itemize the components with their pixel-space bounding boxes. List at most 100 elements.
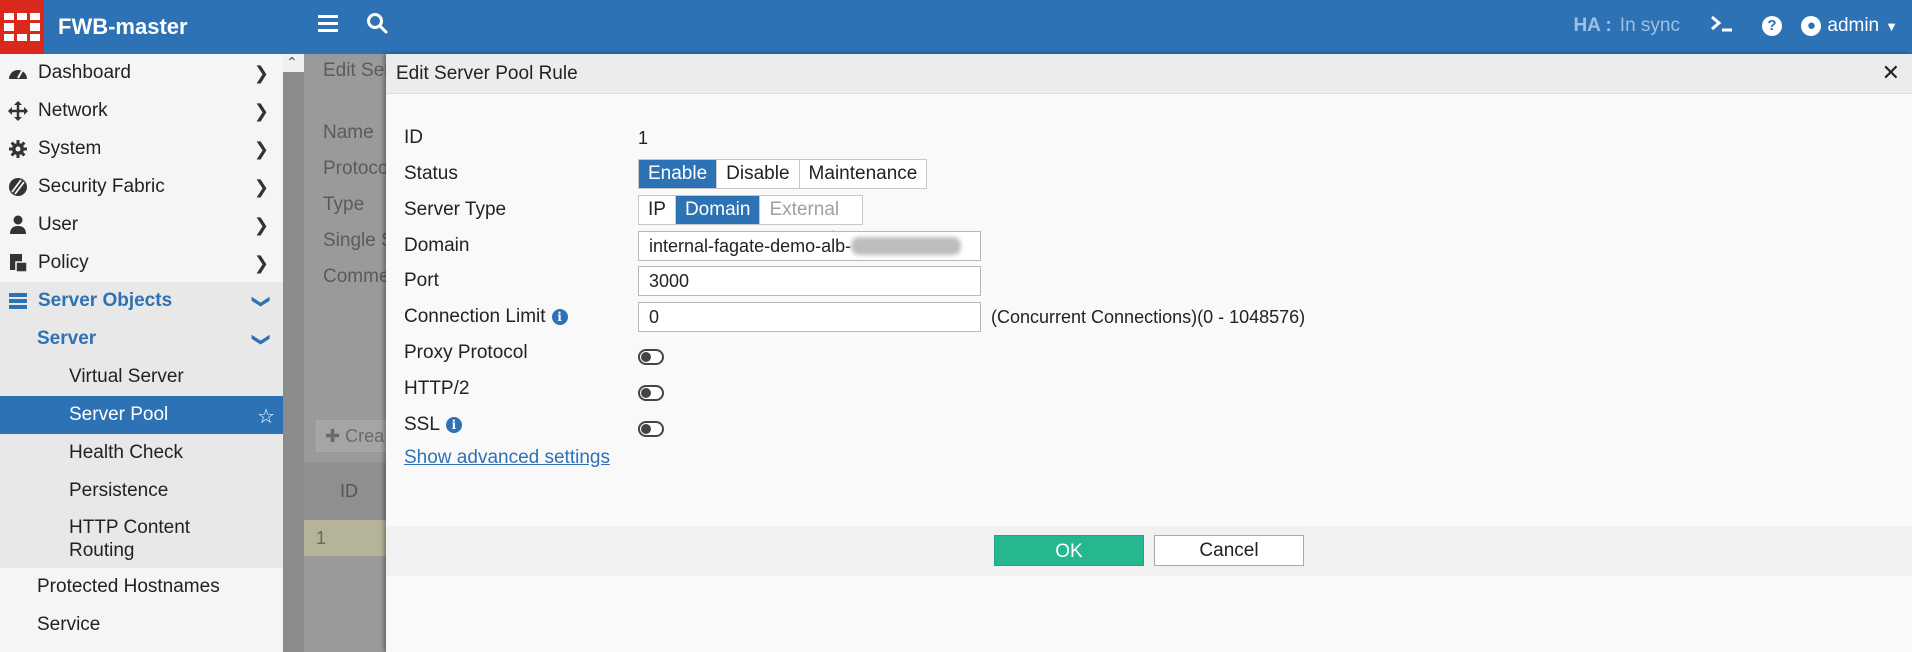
app-title: FWB-master — [58, 14, 188, 39]
cancel-button[interactable]: Cancel — [1154, 535, 1304, 566]
star-icon[interactable]: ☆ — [257, 404, 275, 429]
port-label: Port — [404, 270, 439, 291]
sidebar-item-system[interactable]: System ❯ — [0, 130, 283, 168]
background-field-single: Single S — [323, 230, 394, 251]
server-type-segmented-control: IP Domain External connector — [638, 195, 863, 248]
chevron-down-icon: ❯ — [251, 293, 272, 310]
chevron-right-icon: ❯ — [253, 63, 269, 83]
ssl-toggle[interactable] — [638, 421, 664, 437]
server-type-domain-option[interactable]: Domain — [675, 196, 761, 224]
dashboard-icon — [6, 63, 30, 83]
status-enable-option[interactable]: Enable — [639, 160, 718, 188]
chevron-right-icon: ❯ — [253, 139, 269, 159]
domain-label: Domain — [404, 235, 470, 256]
http2-row: HTTP/2 — [404, 373, 664, 405]
sidebar-item-label: Protected Hostnames — [37, 576, 220, 597]
menu-icon[interactable] — [318, 12, 338, 38]
status-segmented-control: Enable Disable Maintenance — [638, 159, 928, 189]
admin-label: admin — [1827, 15, 1880, 36]
sidebar-item-label: Virtual Server — [69, 366, 184, 387]
search-icon[interactable] — [366, 12, 388, 40]
sidebar-item-persistence[interactable]: Persistence — [0, 472, 283, 510]
ok-button[interactable]: OK — [994, 535, 1144, 566]
info-icon[interactable]: i — [551, 309, 568, 325]
sidebar-item-dashboard[interactable]: Dashboard ❯ — [0, 54, 283, 92]
sidebar-item-label: HTTP Content Routing — [69, 517, 191, 561]
sidebar-item-virtual-server[interactable]: Virtual Server — [0, 358, 283, 396]
info-icon[interactable]: i — [445, 417, 462, 433]
background-table-header: ID — [304, 462, 386, 520]
sidebar-item-security-fabric[interactable]: Security Fabric ❯ — [0, 168, 283, 206]
chevron-right-icon: ❯ — [253, 253, 269, 273]
status-disable-option[interactable]: Disable — [717, 160, 800, 188]
port-input-value: 3000 — [649, 271, 690, 291]
background-field-comments: Comme — [323, 266, 390, 287]
user-circle-icon: ● — [1801, 16, 1822, 36]
background-table-row: 1 — [304, 520, 386, 556]
sidebar-item-label: User — [38, 214, 79, 235]
sidebar-item-label: Security Fabric — [38, 176, 165, 197]
sidebar-item-http-content-routing[interactable]: HTTP Content Routing — [0, 510, 283, 568]
sidebar-item-label: Persistence — [69, 480, 169, 501]
admin-menu[interactable]: ● admin ▼ — [1801, 15, 1898, 37]
connection-limit-hint: (Concurrent Connections)(0 - 1048576) — [991, 307, 1306, 327]
scroll-up-arrow-icon[interactable]: ⌃ — [286, 54, 300, 72]
id-value: 1 — [638, 128, 649, 148]
dialog-footer: OK Cancel — [386, 526, 1912, 576]
sidebar-scrollbar[interactable] — [283, 72, 304, 652]
background-field-type: Type — [323, 194, 365, 215]
connection-limit-label: Connection Limit i — [404, 301, 614, 333]
background-table-header-id: ID — [340, 481, 358, 501]
proxy-protocol-row: Proxy Protocol — [404, 337, 664, 369]
sidebar-item-label: Policy — [38, 252, 89, 273]
background-field-name: Name — [323, 122, 374, 143]
sidebar-item-label: Server Objects — [38, 290, 173, 311]
sidebar-item-service[interactable]: Service — [0, 606, 283, 644]
redacted-text — [851, 237, 962, 255]
sidebar-item-server-objects[interactable]: Server Objects ❯ — [0, 282, 283, 320]
sidebar-item-server[interactable]: Server ❯ — [0, 320, 283, 358]
chevron-right-icon: ❯ — [253, 177, 269, 197]
chevron-right-icon: ❯ — [253, 215, 269, 235]
sidebar: Dashboard ❯ Network ❯ System ❯ Security … — [0, 54, 283, 652]
server-type-label: Server Type — [404, 199, 507, 220]
proxy-protocol-toggle[interactable] — [638, 349, 664, 365]
fortinet-logo[interactable] — [0, 0, 44, 54]
top-bar: FWB-master HA : In sync ? ● admin ▼ — [0, 0, 1912, 54]
sidebar-item-label: Server Pool — [69, 404, 169, 425]
background-create-label: Crea — [345, 426, 385, 446]
connection-limit-input[interactable]: 0 — [638, 302, 981, 332]
sidebar-item-user[interactable]: User ❯ — [0, 206, 283, 244]
sidebar-item-server-pool[interactable]: Server Pool ☆ — [0, 396, 283, 434]
background-create-button: ✚ Crea — [316, 420, 386, 452]
sidebar-item-health-check[interactable]: Health Check — [0, 434, 283, 472]
cli-console-icon[interactable] — [1710, 13, 1734, 39]
user-icon — [6, 215, 30, 235]
show-advanced-settings-link[interactable]: Show advanced settings — [404, 447, 610, 469]
ha-label: HA : — [1573, 15, 1612, 36]
status-maintenance-option[interactable]: Maintenance — [800, 160, 927, 188]
sidebar-item-label: Health Check — [69, 442, 184, 463]
background-field-protocol: Protoco — [323, 158, 389, 179]
server-type-ip-option[interactable]: IP — [639, 196, 676, 224]
ssl-label-text: SSL — [404, 414, 440, 435]
help-icon[interactable]: ? — [1762, 13, 1782, 36]
ssl-label: SSL i — [404, 409, 614, 441]
ssl-row: SSL i — [404, 409, 664, 441]
security-fabric-icon — [6, 177, 30, 197]
logo-grid-icon — [4, 13, 40, 41]
background-title: Edit Ser — [323, 60, 391, 81]
close-icon[interactable]: ✕ — [1882, 60, 1900, 86]
id-label: ID — [404, 127, 423, 148]
http2-toggle[interactable] — [638, 385, 664, 401]
port-input[interactable]: 3000 — [638, 266, 981, 296]
background-table-row-id: 1 — [316, 528, 327, 548]
sidebar-item-policy[interactable]: Policy ❯ — [0, 244, 283, 282]
sidebar-item-network[interactable]: Network ❯ — [0, 92, 283, 130]
policy-icon — [6, 253, 30, 273]
sidebar-item-protected-hostnames[interactable]: Protected Hostnames — [0, 568, 283, 606]
chevron-right-icon: ❯ — [253, 101, 269, 121]
domain-input-value: internal-fagate-demo-alb- — [649, 236, 852, 256]
sidebar-item-label: Service — [37, 614, 101, 635]
domain-input[interactable]: internal-fagate-demo-alb- — [638, 231, 981, 261]
